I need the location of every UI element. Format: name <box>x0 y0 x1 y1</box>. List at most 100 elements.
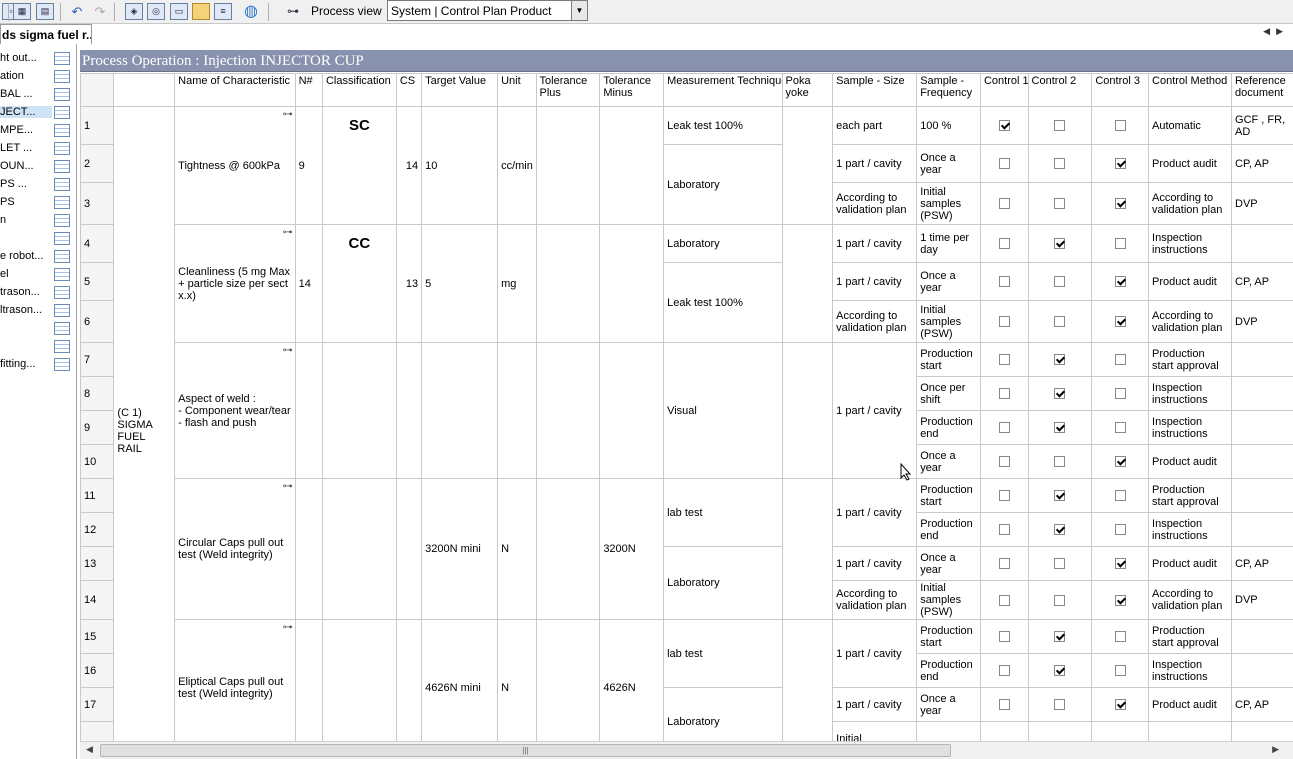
export-icon[interactable]: ▤ <box>36 3 54 20</box>
tree-item[interactable]: trason... <box>0 284 77 302</box>
scroll-right-icon[interactable]: ▶ <box>1272 744 1279 755</box>
control-3-checkbox[interactable] <box>1114 120 1126 132</box>
row-number[interactable]: 4 <box>80 224 115 263</box>
control-3-checkbox[interactable] <box>1114 238 1126 250</box>
col-poka[interactable]: Poka yoke <box>781 73 834 107</box>
control-1-checkbox[interactable] <box>998 158 1010 170</box>
tree-item[interactable]: fitting... <box>0 356 77 374</box>
control-2-checkbox[interactable] <box>1054 665 1066 677</box>
table-row[interactable]: 7 Aspect of weld : - Component wear/tear … <box>80 342 1293 479</box>
control-3-checkbox[interactable] <box>1114 558 1126 570</box>
characteristic-name[interactable]: Circular Caps pull out test (Weld integr… <box>174 478 296 620</box>
grid-view-icon[interactable]: ▦ <box>13 3 31 20</box>
scrollbar-thumb[interactable]: ||| <box>100 744 951 757</box>
scroll-left-icon[interactable]: ◀ <box>86 744 93 755</box>
control-2-checkbox[interactable] <box>1054 198 1066 210</box>
row-number[interactable]: 13 <box>80 546 115 581</box>
row-number[interactable]: 15 <box>80 619 115 654</box>
control-2-checkbox[interactable] <box>1054 238 1066 250</box>
control-2-checkbox[interactable] <box>1054 422 1066 434</box>
grid-icon[interactable] <box>54 286 70 299</box>
col-n[interactable]: N# <box>294 73 323 107</box>
control-2-checkbox[interactable] <box>1054 354 1066 366</box>
tree-item[interactable]: ation <box>0 68 77 86</box>
col-reference[interactable]: Reference document <box>1231 73 1293 107</box>
globe-icon[interactable]: ◍ <box>242 3 260 20</box>
characteristic-name[interactable]: Cleanliness (5 mg Max + particle size pe… <box>174 224 296 343</box>
col-characteristic[interactable]: Name of Characteristic <box>174 73 296 107</box>
characteristic-name[interactable]: Tightness @ 600kPa ⊶ <box>174 106 296 225</box>
tree-item[interactable]: ltrason... <box>0 302 77 320</box>
chevron-down-icon[interactable]: ▼ <box>571 1 587 20</box>
characteristic-name[interactable]: Aspect of weld : - Component wear/tear -… <box>174 342 296 479</box>
col-control-method[interactable]: Control Method <box>1148 73 1233 107</box>
row-number[interactable]: 12 <box>80 512 115 547</box>
control-2-checkbox[interactable] <box>1054 558 1066 570</box>
control-2-checkbox[interactable] <box>1054 388 1066 400</box>
control-3-checkbox[interactable] <box>1114 456 1126 468</box>
col-tol-plus[interactable]: Tolerance Plus <box>535 73 601 107</box>
tree-item[interactable]: OUN... <box>0 158 77 176</box>
grid-icon[interactable] <box>54 322 70 335</box>
row-number[interactable]: 16 <box>80 653 115 688</box>
tree-item[interactable] <box>0 230 77 248</box>
tree-item[interactable]: JECT... <box>0 104 77 122</box>
col-cs[interactable]: CS <box>395 73 423 107</box>
control-2-checkbox[interactable] <box>1054 699 1066 711</box>
tree-item[interactable]: ht out... <box>0 50 77 68</box>
table-row[interactable]: 11 Circular Caps pull out test (Weld inte… <box>80 478 1293 620</box>
control-2-checkbox[interactable] <box>1054 524 1066 536</box>
control-3-checkbox[interactable] <box>1114 665 1126 677</box>
folder-icon[interactable] <box>192 3 210 20</box>
grid-icon[interactable] <box>54 340 70 353</box>
control-1-checkbox[interactable] <box>998 594 1010 606</box>
control-3-checkbox[interactable] <box>1114 490 1126 502</box>
col-target[interactable]: Target Value <box>421 73 499 107</box>
control-1-checkbox[interactable] <box>998 456 1010 468</box>
grid-icon[interactable] <box>54 142 70 155</box>
left-panel-tab[interactable]: ds sigma fuel r... <box>0 24 92 44</box>
link-icon[interactable]: ⊶ <box>283 345 293 356</box>
control-2-checkbox[interactable] <box>1054 490 1066 502</box>
row-number[interactable]: 2 <box>80 144 115 183</box>
control-1-checkbox[interactable] <box>998 276 1010 288</box>
link-icon[interactable]: ⊶ <box>283 622 293 633</box>
tree-item[interactable]: MPE... <box>0 122 77 140</box>
undo-icon[interactable]: ↶ <box>68 3 86 20</box>
grid-icon[interactable] <box>54 196 70 209</box>
control-3-checkbox[interactable] <box>1114 198 1126 210</box>
control-1-checkbox[interactable] <box>998 631 1010 643</box>
control-3-checkbox[interactable] <box>1114 158 1126 170</box>
grid-icon[interactable] <box>54 106 70 119</box>
grid-icon[interactable] <box>54 124 70 137</box>
link-icon[interactable]: ⊶ <box>283 109 293 120</box>
col-unit[interactable]: Unit <box>497 73 537 107</box>
control-2-checkbox[interactable] <box>1054 276 1066 288</box>
process-view-icon[interactable]: ⊶ <box>280 3 306 20</box>
grid-icon[interactable] <box>54 214 70 227</box>
control-2-checkbox[interactable] <box>1054 158 1066 170</box>
control-2-checkbox[interactable] <box>1054 316 1066 328</box>
process-view-label[interactable]: Process view <box>311 4 382 18</box>
tab-scroll-arrows[interactable]: ◀▶ <box>1263 26 1289 37</box>
control-3-checkbox[interactable] <box>1114 524 1126 536</box>
grid-icon[interactable] <box>54 88 70 101</box>
tree-item[interactable]: LET ... <box>0 140 77 158</box>
row-number[interactable]: 17 <box>80 687 115 722</box>
tree-item[interactable] <box>0 320 77 338</box>
stack-icon[interactable]: ≡ <box>214 3 232 20</box>
row-number[interactable]: 14 <box>80 580 115 620</box>
control-3-checkbox[interactable] <box>1114 594 1126 606</box>
horizontal-scrollbar[interactable]: ◀ ||| ▶ <box>80 741 1293 759</box>
control-1-checkbox[interactable] <box>998 558 1010 570</box>
control-3-checkbox[interactable] <box>1114 354 1126 366</box>
tree-item[interactable]: PS <box>0 194 77 212</box>
grid-icon[interactable] <box>54 304 70 317</box>
col-classification[interactable]: Classification <box>321 73 397 107</box>
row-number[interactable] <box>80 721 115 741</box>
control-1-checkbox[interactable] <box>998 388 1010 400</box>
control-3-checkbox[interactable] <box>1114 316 1126 328</box>
characteristic-name[interactable]: Eliptical Caps pull out test (Weld integ… <box>174 619 296 741</box>
control-1-checkbox[interactable] <box>998 524 1010 536</box>
grid-icon[interactable] <box>54 232 70 245</box>
